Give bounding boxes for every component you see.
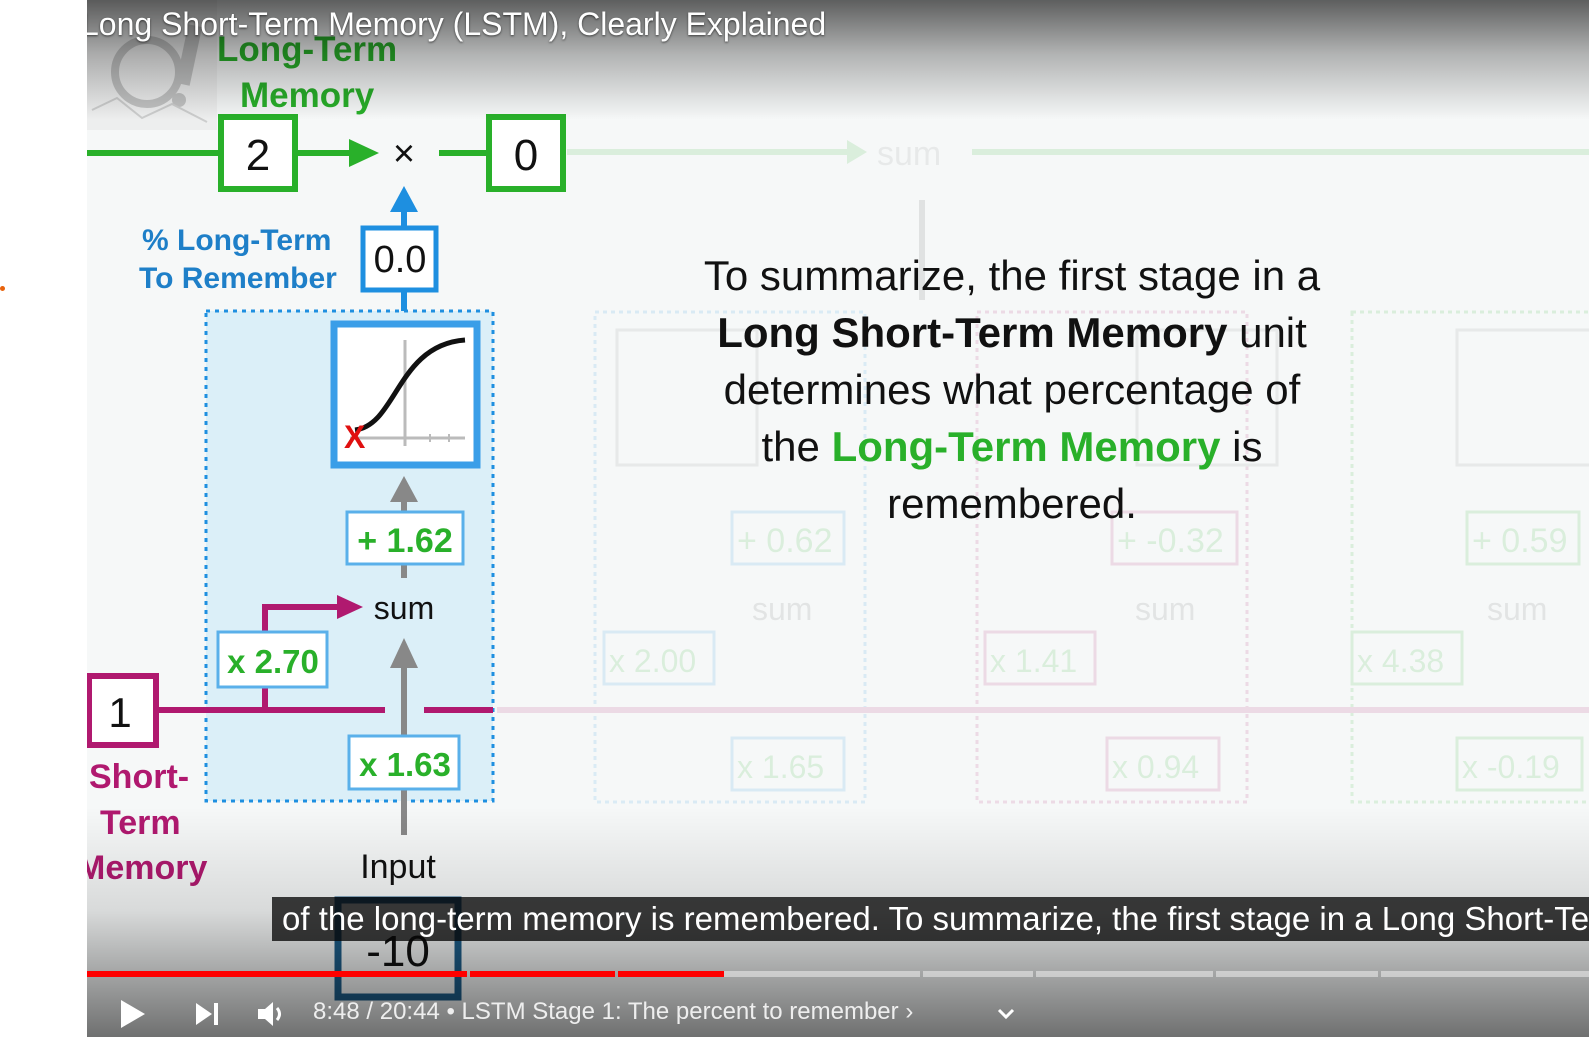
summary-bold-term: Long Short-Term Memory <box>717 309 1228 356</box>
ghost-input-weight-3: x -0.19 <box>1462 749 1560 785</box>
ghost-stm-weight-3: x 4.38 <box>1357 643 1444 679</box>
multiply-symbol: × <box>393 133 415 175</box>
summary-text: To summarize, the first stage in a Long … <box>632 247 1392 532</box>
ghost-input-weight-1: x 1.65 <box>737 749 824 785</box>
progress-segment[interactable] <box>618 971 920 977</box>
progress-segment[interactable] <box>470 971 615 977</box>
summary-part3: determines what percentage of <box>723 366 1301 413</box>
ghost-input-weight-2: x 0.94 <box>1112 749 1199 785</box>
chevron-down-icon <box>997 1008 1015 1019</box>
volume-button[interactable] <box>249 990 293 1037</box>
ltm-result: 0 <box>514 131 538 180</box>
bias-value: + 1.62 <box>357 522 452 560</box>
ghost-sum-3: sum <box>1487 591 1547 627</box>
ghost-stm-weight-2: x 1.41 <box>990 643 1077 679</box>
chapter-title: LSTM Stage 1: The percent to remember <box>461 998 899 1025</box>
summary-green-term: Long-Term Memory <box>831 423 1221 470</box>
time-and-chapter: 8:48 / 20:44 • LSTM Stage 1: The percent… <box>313 998 913 1026</box>
ghost-sum-1: sum <box>752 591 812 627</box>
time-total: 20:44 <box>379 998 440 1025</box>
pct-value: 0.0 <box>374 239 427 281</box>
input-label: Input <box>360 848 436 886</box>
pct-label-line2: To Remember <box>139 262 337 295</box>
pct-label-line1: % Long-Term <box>142 224 331 257</box>
progress-segment[interactable] <box>923 971 1033 977</box>
sigmoid-x-marker: X <box>344 419 366 455</box>
chapter-chevron: › <box>905 998 914 1025</box>
video-title[interactable]: Long Short-Term Memory (LSTM), Clearly E… <box>87 6 826 43</box>
ltm-arrow <box>349 139 379 167</box>
progress-segment[interactable] <box>87 971 467 977</box>
progress-bar[interactable] <box>87 971 1589 977</box>
progress-segment[interactable] <box>1381 971 1589 977</box>
summary-part2: unit <box>1227 309 1307 356</box>
next-icon <box>196 1002 218 1025</box>
stm-value: 1 <box>108 689 131 736</box>
progress-played-fill <box>470 971 615 977</box>
page-margin <box>0 0 87 1037</box>
time-separator: / <box>359 998 380 1025</box>
ghost-stm-weight-1: x 2.00 <box>609 643 696 679</box>
ghost-sum-top: sum <box>877 135 941 173</box>
play-button[interactable] <box>107 990 157 1037</box>
time-current: 8:48 <box>313 998 360 1025</box>
marker-dot <box>0 286 5 291</box>
summary-part6: remembered. <box>887 480 1137 527</box>
summary-part4: the <box>761 423 832 470</box>
stm-weight: x 2.70 <box>227 643 319 680</box>
play-icon <box>121 999 145 1028</box>
stm-label-line1: Short- <box>89 758 189 796</box>
progress-played-fill <box>87 971 467 977</box>
ltm-label-line2: Memory <box>240 76 375 115</box>
progress-played-fill <box>618 971 724 977</box>
summary-part1: To summarize, the first stage in a <box>703 252 1321 299</box>
stm-label-line3: Memory <box>87 849 207 887</box>
video-player[interactable]: sum + 0.62 + -0.32 + 0.59 sum sum sum x … <box>87 0 1589 1037</box>
sum-label: sum <box>374 590 434 626</box>
chapter-title-button[interactable]: LSTM Stage 1: The percent to remember › <box>462 998 914 1025</box>
input-weight: x 1.63 <box>359 746 451 783</box>
next-button[interactable] <box>185 990 229 1037</box>
progress-segment[interactable] <box>1036 971 1213 977</box>
player-controls: 8:48 / 20:44 • LSTM Stage 1: The percent… <box>87 990 1589 1037</box>
ghost-sum-2: sum <box>1135 591 1195 627</box>
chapters-expand-button[interactable] <box>989 990 1023 1037</box>
volume-icon <box>258 1001 281 1026</box>
summary-part5: is <box>1220 423 1263 470</box>
closed-caption: of the long-term memory is remembered. T… <box>272 897 1589 941</box>
progress-segment[interactable] <box>1216 971 1378 977</box>
ltm-value: 2 <box>246 131 270 180</box>
ghost-bias-3: + 0.59 <box>1472 522 1567 560</box>
stm-label-line2: Term <box>100 804 181 842</box>
chapter-separator: • <box>439 998 462 1025</box>
